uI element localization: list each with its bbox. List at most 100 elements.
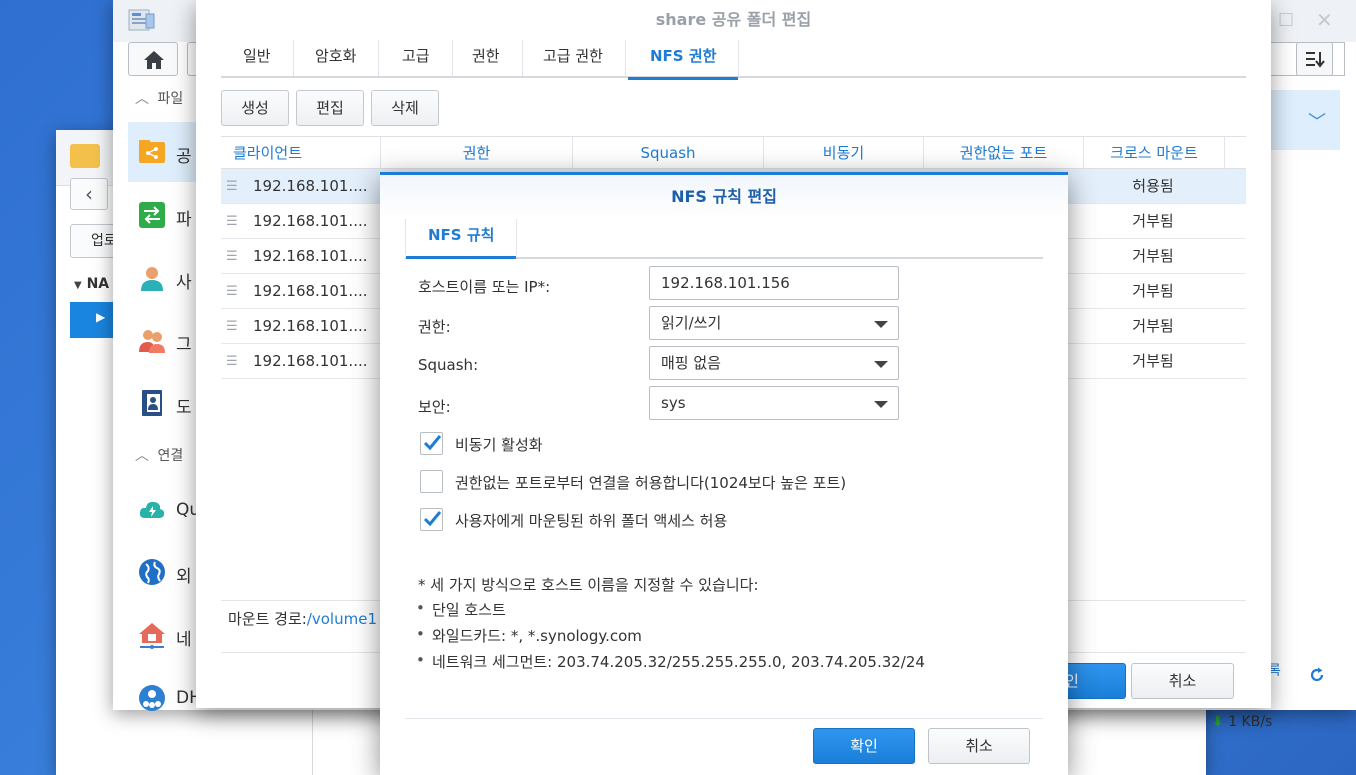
subfolder-access-label[interactable]: 사용자에게 마운팅된 하위 폴더 액세스 허용: [455, 510, 727, 531]
folder-icon: [70, 144, 100, 168]
async-checkbox[interactable]: [420, 432, 443, 455]
create-button[interactable]: 생성: [221, 90, 289, 126]
user-icon: [141, 267, 163, 291]
sidebar-item-label: 네: [176, 630, 192, 650]
sidebar-item-label: 파: [176, 210, 192, 230]
security-label: 보안:: [418, 398, 451, 416]
group-icon: [139, 330, 165, 353]
squash-select[interactable]: 매핑 없음: [649, 346, 899, 380]
close-icon[interactable]: ✕: [1316, 8, 1333, 32]
dialog-title: NFS 규칙 편집: [380, 175, 1068, 219]
home-button[interactable]: [128, 42, 178, 76]
tab-nfs-rule[interactable]: NFS 규칙: [405, 219, 518, 259]
column-header-squash[interactable]: Squash: [573, 137, 764, 169]
privilege-select[interactable]: 읽기/쓰기: [649, 306, 899, 340]
security-value: sys: [661, 394, 686, 412]
dropdown-arrow-icon: [874, 321, 888, 328]
sort-button[interactable]: [1296, 42, 1333, 76]
column-header-cross-mount[interactable]: 크로스 마운트: [1084, 137, 1225, 169]
edit-button[interactable]: 편집: [296, 90, 364, 126]
sidebar-item-label: 외: [176, 567, 192, 587]
chevron-down-icon[interactable]: ﹀: [1308, 108, 1326, 134]
column-header-privilege[interactable]: 권한: [381, 137, 573, 169]
share-cancel-button[interactable]: 취소: [1131, 663, 1234, 699]
delete-button[interactable]: 삭제: [371, 90, 439, 126]
transfer-speed: ⬇ 1 KB/s: [1212, 714, 1272, 730]
tab-encryption[interactable]: 암호화: [293, 40, 380, 76]
column-header-async[interactable]: 비동기: [764, 137, 924, 169]
drag-handle-icon[interactable]: ☰: [226, 214, 238, 229]
host-value: 192.168.101.156: [661, 274, 790, 292]
cell-client: 192.168.101....: [253, 352, 368, 370]
checkmark-icon: [423, 435, 441, 451]
maximize-icon[interactable]: ☐: [1278, 10, 1294, 31]
section-label: 파일: [157, 91, 184, 107]
section-file-sharing[interactable]: ︿ 파일: [135, 88, 183, 108]
back-arrow-icon[interactable]: ‹: [70, 178, 108, 210]
cell-cross-mount: 거부됨: [1132, 282, 1174, 300]
refresh-icon[interactable]: [1309, 667, 1325, 683]
sidebar-item-label: 공: [176, 147, 192, 167]
share-tabs: 일반 암호화 고급 권한 고급 권한 NFS 권한: [221, 40, 1246, 80]
domain-icon: [142, 390, 162, 416]
sidebar-item-label: 도: [176, 398, 192, 418]
collapse-icon: ︿: [135, 91, 149, 107]
nfs-tabs: NFS 규칙: [405, 219, 1043, 259]
checkmark-icon: [423, 511, 441, 527]
external-access-icon: [139, 559, 165, 585]
cell-cross-mount: 거부됨: [1132, 317, 1174, 335]
nfs-cancel-button[interactable]: 취소: [928, 728, 1030, 764]
nfs-ok-button[interactable]: 확인: [813, 728, 915, 764]
drag-handle-icon[interactable]: ☰: [226, 179, 238, 194]
host-label: 호스트이름 또는 IP*:: [418, 278, 551, 296]
drag-handle-icon[interactable]: ☰: [226, 249, 238, 264]
async-checkbox-label[interactable]: 비동기 활성화: [455, 434, 543, 455]
non-privileged-port-checkbox[interactable]: [420, 470, 443, 493]
quickconnect-icon: [139, 501, 165, 518]
column-header-client[interactable]: 클라이언트: [221, 137, 381, 169]
security-select[interactable]: sys: [649, 386, 899, 420]
privilege-value: 읽기/쓰기: [661, 314, 722, 332]
subfolder-access-checkbox[interactable]: [420, 508, 443, 531]
note-bullet: 네트워크 세그먼트: 203.74.205.32/255.255.255.0, …: [416, 651, 925, 672]
cell-cross-mount: 허용됨: [1132, 177, 1174, 195]
non-privileged-port-label[interactable]: 권한없는 포트로부터 연결을 허용합니다(1024보다 높은 포트): [455, 472, 846, 493]
drag-handle-icon[interactable]: ☰: [226, 354, 238, 369]
cell-client: 192.168.101....: [253, 247, 368, 265]
hostname-note: * 세 가지 방식으로 호스트 이름을 지정할 수 있습니다:: [418, 576, 759, 594]
mount-path-label: 마운트 경로:: [228, 610, 307, 628]
cell-cross-mount: 거부됨: [1132, 212, 1174, 230]
tab-advanced[interactable]: 고급: [380, 40, 453, 76]
tab-nfs-permissions[interactable]: NFS 권한: [628, 40, 740, 80]
note-bullet: 와일드카드: *, *.synology.com: [416, 625, 642, 646]
drag-handle-icon[interactable]: ☰: [226, 319, 238, 334]
tree-node-label[interactable]: ▼ NA: [74, 276, 109, 292]
column-header-non-privileged-port[interactable]: 권한없는 포트: [924, 137, 1084, 169]
network-icon: [139, 623, 165, 649]
mount-path-value: /volume1: [306, 610, 377, 628]
drag-handle-icon[interactable]: ☰: [226, 284, 238, 299]
dhcp-icon: [139, 685, 165, 711]
squash-value: 매핑 없음: [661, 354, 721, 372]
privilege-label: 권한:: [418, 318, 451, 336]
cell-client: 192.168.101....: [253, 177, 368, 195]
cell-client: 192.168.101....: [253, 212, 368, 230]
tab-advanced-permissions[interactable]: 고급 권한: [521, 40, 626, 76]
tree-node-text: NA: [86, 276, 110, 292]
nfs-rule-edit-dialog: NFS 규칙 편집 NFS 규칙 호스트이름 또는 IP*: 192.168.1…: [380, 172, 1068, 775]
tree-arrow-icon: ▶: [96, 310, 106, 324]
squash-label: Squash:: [418, 356, 479, 374]
home-icon: [144, 51, 164, 69]
dropdown-arrow-icon: [874, 361, 888, 368]
tree-expand-icon[interactable]: ▼: [74, 280, 82, 291]
cell-cross-mount: 거부됨: [1132, 352, 1174, 370]
divider: [405, 718, 1043, 719]
table-header: 클라이언트 권한 Squash 비동기 권한없는 포트 크로스 마운트: [221, 136, 1246, 169]
tab-permissions[interactable]: 권한: [450, 40, 523, 76]
host-input[interactable]: 192.168.101.156: [649, 266, 899, 300]
sidebar-item-label: 사: [176, 273, 192, 293]
dialog-title: share 공유 폴더 편집: [655, 10, 812, 29]
expanded-row[interactable]: ﹀: [1268, 90, 1340, 150]
section-connectivity[interactable]: ︿ 연결: [135, 445, 183, 465]
tab-general[interactable]: 일반: [221, 40, 294, 76]
